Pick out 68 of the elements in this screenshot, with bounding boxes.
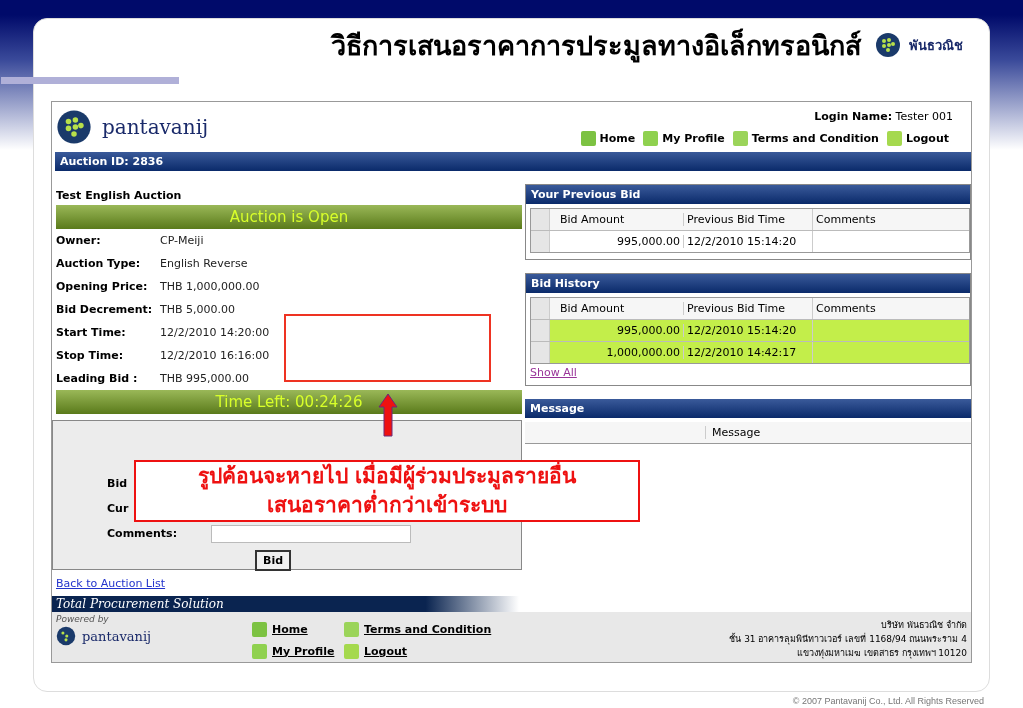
address-line: ชั้น 31 อาคารลุมพินีทาวเวอร์ เลขที่ 1168/94 ถนนพระราม 4 bbox=[729, 632, 967, 646]
panel-header: Bid History bbox=[526, 274, 970, 293]
table-cell-text: 995,000.00 bbox=[616, 324, 681, 337]
detail-value: CP-Meiji bbox=[160, 234, 204, 247]
nav-link[interactable]: Logout bbox=[905, 132, 949, 145]
nav-link[interactable]: Home bbox=[599, 132, 636, 145]
detail-label: Stop Time: bbox=[56, 349, 125, 362]
logo-text: pantavanij bbox=[102, 115, 209, 139]
detail-value: 12/2/2010 16:16:00 bbox=[160, 349, 270, 362]
detail-value: THB 5,000.00 bbox=[160, 303, 236, 316]
table-cell-text: 995,000.00 bbox=[616, 235, 681, 248]
footer-link[interactable]: Terms and Condition bbox=[364, 622, 492, 636]
detail-label: Start Time: bbox=[56, 326, 127, 339]
row-header-cell bbox=[531, 209, 550, 230]
footer-banner: Total Procurement Solution bbox=[52, 596, 519, 612]
address-line: บริษัท พันธวณิช จำกัด bbox=[881, 619, 967, 632]
comments-field[interactable] bbox=[211, 524, 411, 543]
row-header-cell bbox=[531, 231, 550, 252]
login-name: Login Name: Tester 001 bbox=[814, 110, 953, 123]
brand-name: พันธวณิช bbox=[909, 36, 963, 55]
logo-icon bbox=[56, 109, 92, 145]
footer-link[interactable]: My Profile bbox=[272, 644, 335, 658]
row-header-cell bbox=[531, 320, 550, 341]
show-all-link[interactable]: Show All bbox=[530, 366, 970, 379]
nav-link[interactable]: Terms and Condition bbox=[751, 132, 879, 145]
table-cell: 12/2/2010 15:14:20 bbox=[683, 235, 812, 248]
detail-value: 12/2/2010 14:20:00 bbox=[160, 326, 270, 339]
column-header: Previous Bid Time bbox=[683, 302, 812, 315]
detail-label: Bid Decrement: bbox=[56, 303, 154, 316]
auction-id-bar: Auction ID: 2836 bbox=[55, 152, 971, 171]
column-header: Comments bbox=[812, 209, 969, 230]
bid-button[interactable]: Bid bbox=[255, 550, 292, 571]
table-cell-text: 1,000,000.00 bbox=[605, 346, 681, 359]
auction-status-bar: Auction is Open bbox=[56, 205, 522, 229]
detail-value: THB 1,000,000.00 bbox=[160, 280, 260, 293]
column-header: Bid Amount bbox=[559, 302, 626, 315]
auction-name: Test English Auction bbox=[56, 188, 183, 204]
logo-icon bbox=[56, 626, 76, 646]
form-label: Comments: bbox=[107, 527, 179, 540]
column-header: Previous Bid Time bbox=[683, 213, 812, 226]
form-label: Bid bbox=[107, 477, 129, 490]
back-link[interactable]: Back to Auction List bbox=[56, 577, 522, 590]
row-header-cell bbox=[531, 342, 550, 363]
logo-text: pantavanij bbox=[82, 628, 152, 644]
copyright-text: © 2007 Pantavanij Co., Ltd. All Rights Reserved bbox=[792, 696, 984, 706]
detail-value: English Reverse bbox=[160, 257, 248, 270]
form-label: Cur bbox=[107, 502, 130, 515]
arrow-icon bbox=[378, 393, 398, 437]
detail-label: Opening Price: bbox=[56, 280, 149, 293]
table-cell: 12/2/2010 15:14:20 bbox=[683, 324, 812, 337]
detail-label: Leading Bid : bbox=[56, 372, 139, 385]
column-header: Message bbox=[705, 426, 761, 439]
nav-link[interactable]: My Profile bbox=[662, 132, 725, 145]
footer-link[interactable]: Home bbox=[272, 622, 308, 636]
powered-by-text: Powered by bbox=[56, 614, 110, 624]
panel-header: Your Previous Bid bbox=[526, 185, 970, 204]
row-header-cell bbox=[531, 298, 550, 319]
address-line: แขวงทุ่งมหาเมฆ เขตสาธร กรุงเทพฯ 10120 bbox=[796, 647, 967, 660]
column-header: Bid Amount bbox=[559, 213, 626, 226]
slide-title: วิธีการเสนอราคาการประมูลทางอิเล็กทรอนิกส์ bbox=[331, 27, 861, 65]
logo-icon bbox=[875, 32, 901, 58]
footer-link[interactable]: Logout bbox=[364, 644, 408, 658]
detail-value: THB 995,000.00 bbox=[160, 372, 249, 385]
detail-label: Auction Type: bbox=[56, 257, 142, 270]
time-left-bar: Time Left: 00:24:26 bbox=[56, 390, 522, 414]
detail-label: Owner: bbox=[56, 234, 102, 247]
panel-header: Message bbox=[525, 399, 971, 418]
table-cell: 12/2/2010 14:42:17 bbox=[683, 346, 812, 359]
